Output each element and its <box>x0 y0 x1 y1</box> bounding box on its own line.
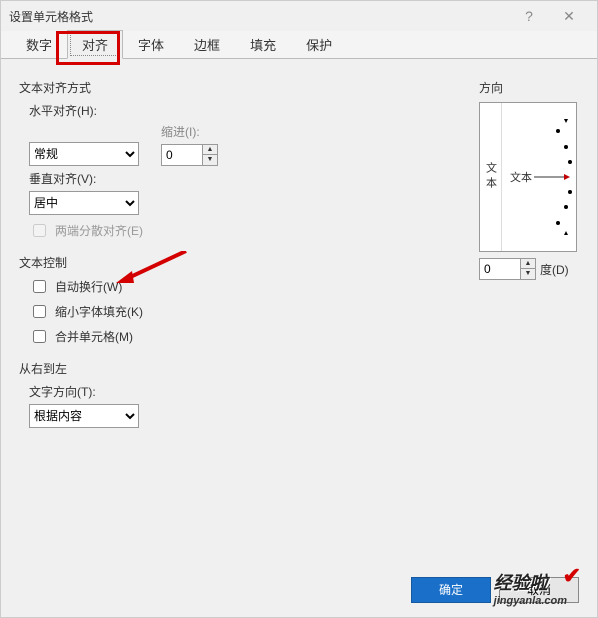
degree-down-icon[interactable]: ▼ <box>521 269 535 279</box>
degree-label: 度(D) <box>540 261 569 278</box>
orientation-dial[interactable]: 文本 <box>502 103 576 251</box>
ok-button[interactable]: 确定 <box>411 577 491 603</box>
merge-label: 合并单元格(M) <box>55 328 133 345</box>
distributed-label: 两端分散对齐(E) <box>55 222 143 239</box>
indent-label: 缩进(I): <box>161 123 218 140</box>
indent-spin-buttons[interactable]: ▲ ▼ <box>203 144 218 166</box>
indent-down-icon[interactable]: ▼ <box>203 155 217 165</box>
orientation-vertical-text: 文本 <box>483 162 499 192</box>
h-align-select[interactable]: 常规 <box>29 142 139 166</box>
dialog-window: 设置单元格格式 ? ✕ 数字 对齐 字体 边框 填充 保护 文本对齐方式 水平对… <box>0 0 598 618</box>
tab-number[interactable]: 数字 <box>11 30 67 59</box>
shrink-label: 缩小字体填充(K) <box>55 303 143 320</box>
degree-spinner[interactable]: ▲ ▼ <box>479 258 536 280</box>
v-align-block: 垂直对齐(V): 居中 <box>29 170 469 215</box>
merge-checkbox[interactable] <box>33 330 46 343</box>
dialog-title: 设置单元格格式 <box>9 8 93 25</box>
group-textcontrol-label: 文本控制 <box>19 254 469 271</box>
wrap-label: 自动换行(W) <box>55 278 122 295</box>
right-column: 方向 文本 文本 <box>479 73 579 432</box>
text-dir-label: 文字方向(T): <box>29 383 469 400</box>
tab-fill[interactable]: 填充 <box>235 30 291 59</box>
text-dir-select[interactable]: 根据内容 <box>29 404 139 428</box>
panel-columns: 文本对齐方式 水平对齐(H): 常规 缩进(I): ▲ <box>19 73 579 432</box>
tab-alignment[interactable]: 对齐 <box>67 30 123 59</box>
dialog-buttons: 确定 取消 <box>411 577 579 603</box>
group-alignment-label: 文本对齐方式 <box>19 79 469 96</box>
orientation-box[interactable]: 文本 文本 <box>479 102 577 252</box>
shrink-checkbox[interactable] <box>33 305 46 318</box>
group-rtl-label: 从右到左 <box>19 360 469 377</box>
shrink-row: 缩小字体填充(K) <box>29 302 469 321</box>
cancel-button[interactable]: 取消 <box>499 577 579 603</box>
left-column: 文本对齐方式 水平对齐(H): 常规 缩进(I): ▲ <box>19 73 469 432</box>
titlebar: 设置单元格格式 ? ✕ <box>1 1 597 31</box>
tab-strip: 数字 对齐 字体 边框 填充 保护 <box>1 31 597 59</box>
tab-font[interactable]: 字体 <box>123 30 179 59</box>
indent-up-icon[interactable]: ▲ <box>203 145 217 155</box>
distributed-checkbox <box>33 224 46 237</box>
indent-block: 缩进(I): ▲ ▼ <box>161 123 218 166</box>
h-align-label: 水平对齐(H): <box>29 102 469 119</box>
close-button[interactable]: ✕ <box>549 8 589 25</box>
panel: 文本对齐方式 水平对齐(H): 常规 缩进(I): ▲ <box>1 59 597 442</box>
group-orientation-label: 方向 <box>479 79 579 96</box>
orientation-vertical-text-box[interactable]: 文本 <box>480 103 502 251</box>
dial-center-text: 文本 <box>510 170 532 184</box>
help-button[interactable]: ? <box>509 8 549 24</box>
h-align-block: 水平对齐(H): 常规 缩进(I): ▲ ▼ <box>29 102 469 166</box>
v-align-select[interactable]: 居中 <box>29 191 139 215</box>
indent-spinner[interactable]: ▲ ▼ <box>161 144 218 166</box>
degree-row: ▲ ▼ 度(D) <box>479 258 579 280</box>
tab-protection[interactable]: 保护 <box>291 30 347 59</box>
indent-input[interactable] <box>161 144 203 166</box>
distributed-checkbox-row: 两端分散对齐(E) <box>29 221 469 240</box>
text-dir-block: 文字方向(T): 根据内容 <box>29 383 469 428</box>
wrap-row: 自动换行(W) <box>29 277 469 296</box>
v-align-label: 垂直对齐(V): <box>29 170 469 187</box>
tab-border[interactable]: 边框 <box>179 30 235 59</box>
degree-input[interactable] <box>479 258 521 280</box>
degree-spin-buttons[interactable]: ▲ ▼ <box>521 258 536 280</box>
degree-up-icon[interactable]: ▲ <box>521 259 535 269</box>
orientation-dial-svg: 文本 <box>502 103 576 251</box>
merge-row: 合并单元格(M) <box>29 327 469 346</box>
wrap-checkbox[interactable] <box>33 280 46 293</box>
